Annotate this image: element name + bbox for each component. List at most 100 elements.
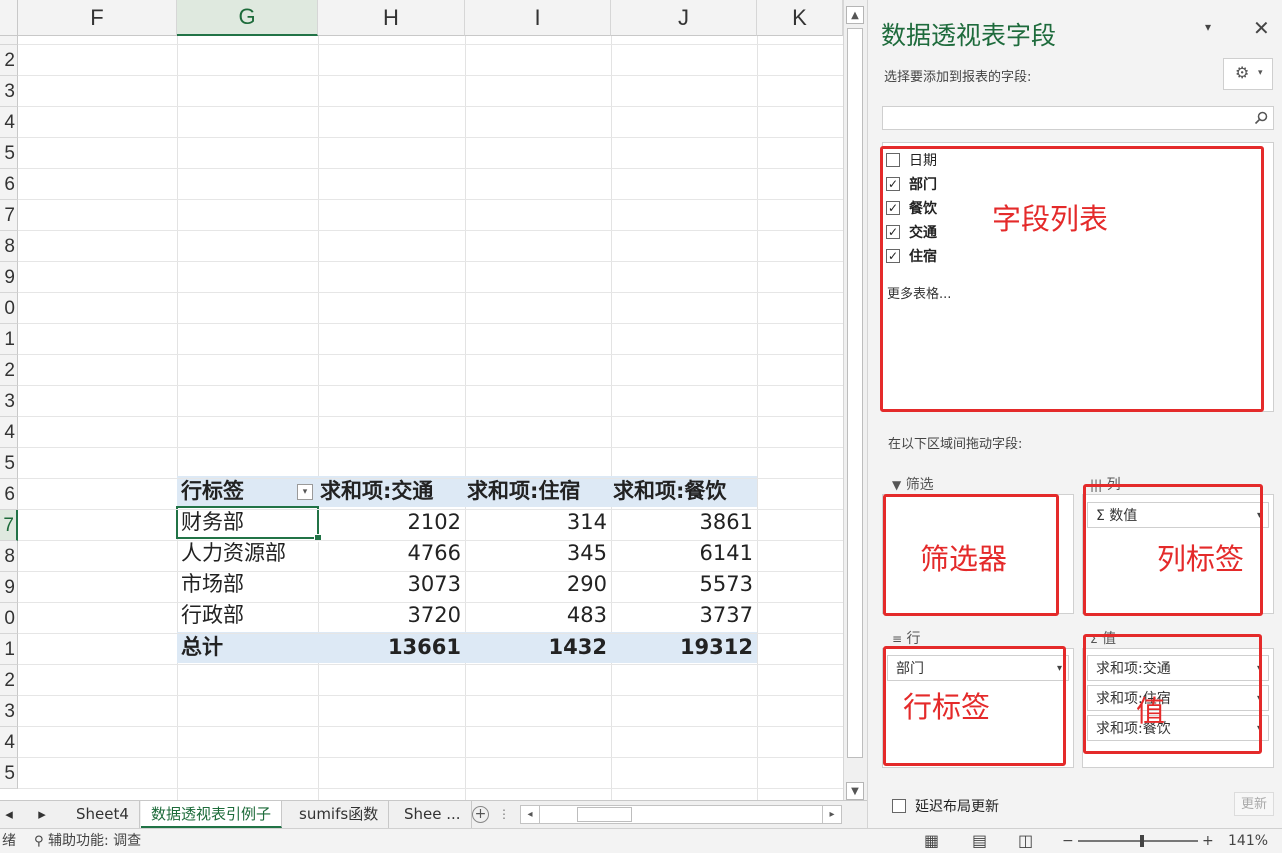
spreadsheet-grid[interactable]: F G H I J K 行标签 ▾ 求和项:交通 求和项:住宿 求和项:餐饮 财… — [0, 0, 843, 800]
row-header[interactable]: 5 — [0, 758, 18, 789]
row-header[interactable]: 5 — [0, 138, 18, 169]
active-cell-selection[interactable] — [176, 506, 319, 539]
row-header[interactable]: 4 — [0, 107, 18, 138]
select-all-corner[interactable] — [0, 0, 18, 36]
sheet-tab-bar: ◂ ▸ Sheet4 数据透视表引例子 sumifs函数 Shee ... + … — [0, 800, 867, 829]
pivot-value-cell[interactable]: 483 — [465, 600, 611, 631]
pane-options-chevron-icon[interactable]: ▾ — [1205, 20, 1211, 34]
scroll-left-arrow-icon[interactable]: ◂ — [521, 806, 540, 823]
row-header[interactable]: 1 — [0, 324, 18, 355]
sheet-tab[interactable]: Sheet4 — [66, 801, 140, 828]
zoom-slider-thumb[interactable] — [1140, 835, 1144, 847]
row-header[interactable]: 9 — [0, 262, 18, 293]
row-header[interactable]: 2 — [0, 355, 18, 386]
pivot-value-cell[interactable]: 6141 — [611, 538, 757, 569]
row-header[interactable] — [0, 36, 18, 45]
column-header-g[interactable]: G — [177, 0, 318, 36]
pivot-header-transport[interactable]: 求和项:交通 — [318, 476, 465, 507]
row-header[interactable]: 7 — [0, 510, 18, 541]
column-header-j[interactable]: J — [611, 0, 757, 36]
row-header[interactable]: 4 — [0, 417, 18, 448]
sheet-tab[interactable]: sumifs函数 — [289, 801, 390, 828]
rows-icon: ≡ — [892, 632, 903, 646]
update-button[interactable]: 更新 — [1234, 792, 1274, 816]
vertical-scroll-thumb[interactable] — [847, 28, 863, 758]
pivot-total-cell[interactable]: 13661 — [318, 632, 465, 663]
pivot-value-cell[interactable]: 3737 — [611, 600, 757, 631]
page-layout-view-icon[interactable]: ▤ — [972, 829, 987, 853]
tabs-scroll-right-icon[interactable]: ▸ — [18, 801, 66, 828]
row-header[interactable]: 0 — [0, 293, 18, 324]
row-header[interactable]: 1 — [0, 634, 18, 665]
pivot-row-label[interactable]: 行政部 — [177, 600, 318, 631]
zoom-in-button[interactable]: + — [1202, 829, 1214, 853]
field-search-box[interactable] — [882, 106, 1274, 130]
vertical-scrollbar[interactable]: ▲ ▼ — [843, 0, 868, 800]
pivot-total-cell[interactable]: 19312 — [611, 632, 757, 663]
row-header[interactable]: 2 — [0, 45, 18, 76]
column-header-f[interactable]: F — [18, 0, 177, 36]
zoom-level[interactable]: 141% — [1228, 829, 1268, 853]
defer-layout-update[interactable]: 延迟布局更新 — [892, 796, 999, 816]
pivot-value-cell[interactable]: 3861 — [611, 507, 757, 538]
tools-button[interactable]: ⚙ ▾ — [1223, 58, 1273, 90]
column-header-k[interactable]: K — [757, 0, 843, 36]
row-header[interactable]: 0 — [0, 603, 18, 634]
close-icon[interactable]: ✕ — [1253, 16, 1270, 40]
horizontal-scrollbar[interactable]: ◂ ▸ — [520, 805, 842, 824]
scroll-right-arrow-icon[interactable]: ▸ — [822, 806, 841, 823]
pivot-value-cell[interactable]: 5573 — [611, 569, 757, 600]
row-header[interactable]: 3 — [0, 696, 18, 727]
pivot-header-dining[interactable]: 求和项:餐饮 — [611, 476, 757, 507]
pivot-value-cell[interactable]: 345 — [465, 538, 611, 569]
pivot-row-label[interactable]: 人力资源部 — [177, 538, 318, 569]
choose-fields-label: 选择要添加到报表的字段: — [884, 70, 1032, 85]
pivot-value-cell[interactable]: 2102 — [318, 507, 465, 538]
row-header[interactable]: 4 — [0, 727, 18, 758]
pivot-value-cell[interactable]: 4766 — [318, 538, 465, 569]
accessibility-status[interactable]: ⚲ 辅助功能: 调查 — [34, 829, 141, 853]
annotation-box-field-list — [880, 146, 1264, 412]
pivot-total-label[interactable]: 总计 — [177, 632, 318, 663]
pivot-value-cell[interactable]: 3720 — [318, 600, 465, 631]
row-label-filter-dropdown[interactable]: ▾ — [297, 484, 313, 500]
row-header[interactable]: 5 — [0, 448, 18, 479]
row-header[interactable]: 6 — [0, 169, 18, 200]
normal-view-icon[interactable]: ▦ — [924, 829, 939, 853]
row-header[interactable]: 9 — [0, 572, 18, 603]
splitter-dots-icon[interactable]: ⋮ — [498, 807, 510, 821]
pivot-header-lodging[interactable]: 求和项:住宿 — [465, 476, 611, 507]
pivot-total-cell[interactable]: 1432 — [465, 632, 611, 663]
pivot-value-cell[interactable]: 314 — [465, 507, 611, 538]
field-search-input[interactable] — [887, 109, 1246, 127]
row-header[interactable]: 7 — [0, 200, 18, 231]
add-sheet-icon[interactable]: + — [472, 806, 489, 823]
scroll-down-arrow-icon[interactable]: ▼ — [846, 782, 864, 800]
row-header[interactable]: 3 — [0, 386, 18, 417]
row-header[interactable]: 3 — [0, 76, 18, 107]
scroll-up-arrow-icon[interactable]: ▲ — [846, 6, 864, 24]
page-break-view-icon[interactable]: ◫ — [1018, 829, 1033, 853]
zoom-out-button[interactable]: − — [1062, 829, 1074, 853]
row-header[interactable]: 8 — [0, 541, 18, 572]
grid-line — [18, 726, 843, 727]
pivot-row-label[interactable]: 市场部 — [177, 569, 318, 600]
annotation-values: 值 — [1136, 694, 1166, 728]
horizontal-scroll-thumb[interactable] — [577, 807, 632, 822]
row-header[interactable]: 8 — [0, 231, 18, 262]
row-header[interactable]: 2 — [0, 665, 18, 696]
column-header-h[interactable]: H — [318, 0, 465, 36]
row-header[interactable]: 6 — [0, 479, 18, 510]
sheet-tab[interactable]: Shee ... — [394, 801, 472, 828]
sheet-tab-active[interactable]: 数据透视表引例子 — [141, 801, 283, 828]
grid-line — [18, 602, 843, 603]
column-header-i[interactable]: I — [465, 0, 611, 36]
search-icon[interactable] — [1254, 111, 1268, 125]
tabs-scroll-left-icon[interactable]: ◂ — [0, 801, 18, 828]
pivot-value-cell[interactable]: 3073 — [318, 569, 465, 600]
status-bar: 绪 ⚲ 辅助功能: 调查 ▦ ▤ ◫ − + 141% — [0, 828, 1282, 853]
zoom-slider-track[interactable] — [1078, 840, 1198, 842]
defer-checkbox[interactable] — [892, 799, 906, 813]
pivot-value-cell[interactable]: 290 — [465, 569, 611, 600]
grid-line — [18, 354, 843, 355]
